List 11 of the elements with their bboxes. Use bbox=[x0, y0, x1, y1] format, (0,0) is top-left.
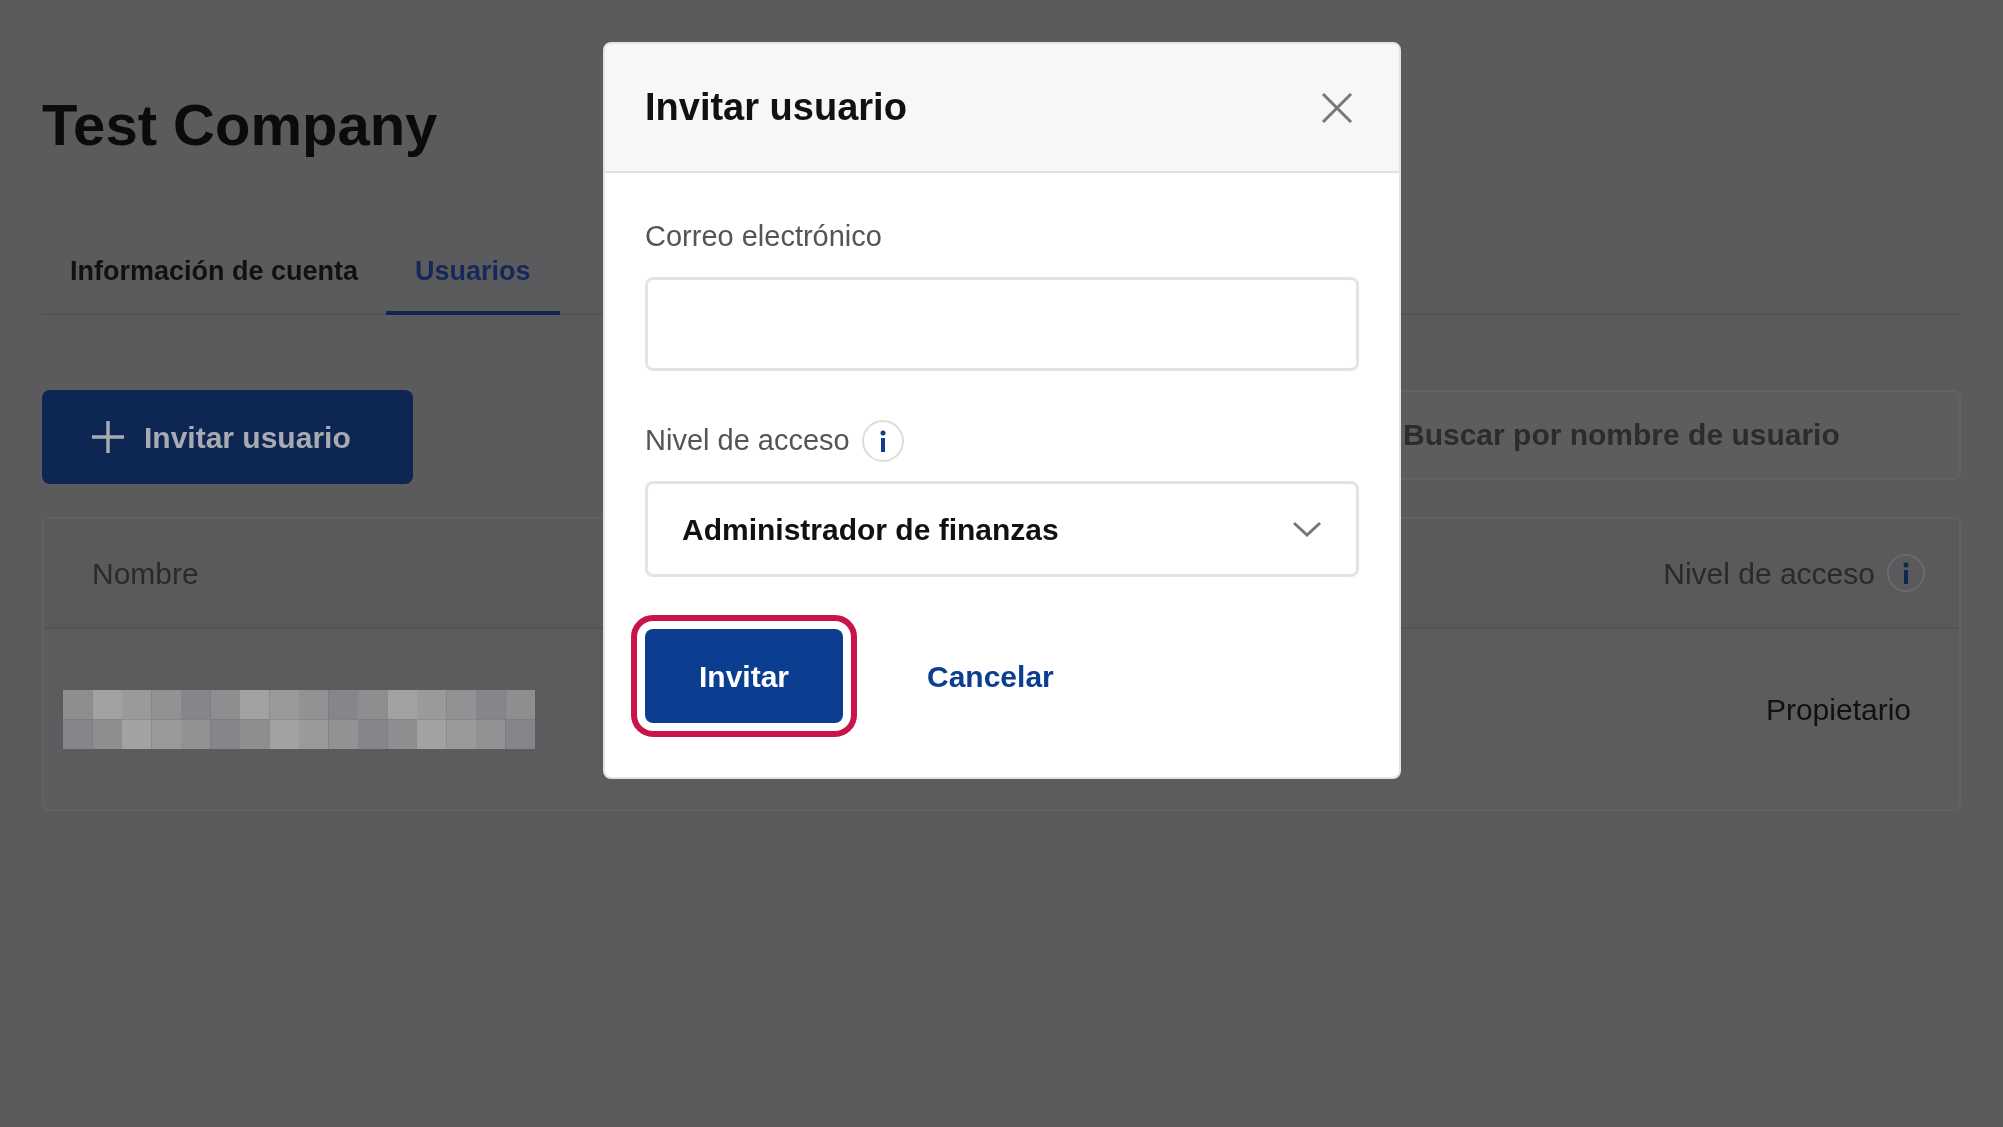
dialog-title: Invitar usuario bbox=[645, 85, 907, 130]
plus-icon bbox=[90, 419, 126, 455]
access-level-select[interactable]: Administrador de finanzas bbox=[645, 481, 1359, 577]
invite-button[interactable]: Invitar bbox=[645, 629, 843, 723]
cancel-link[interactable]: Cancelar bbox=[927, 653, 1054, 699]
field-label: Nivel de acceso bbox=[645, 423, 850, 459]
field-label: Correo electrónico bbox=[645, 219, 882, 255]
chevron-down-icon bbox=[1292, 521, 1322, 537]
access-level: Propietario bbox=[1765, 691, 1911, 728]
invite-user-button[interactable]: Invitar usuario bbox=[42, 390, 413, 484]
email-field[interactable] bbox=[645, 277, 1359, 371]
